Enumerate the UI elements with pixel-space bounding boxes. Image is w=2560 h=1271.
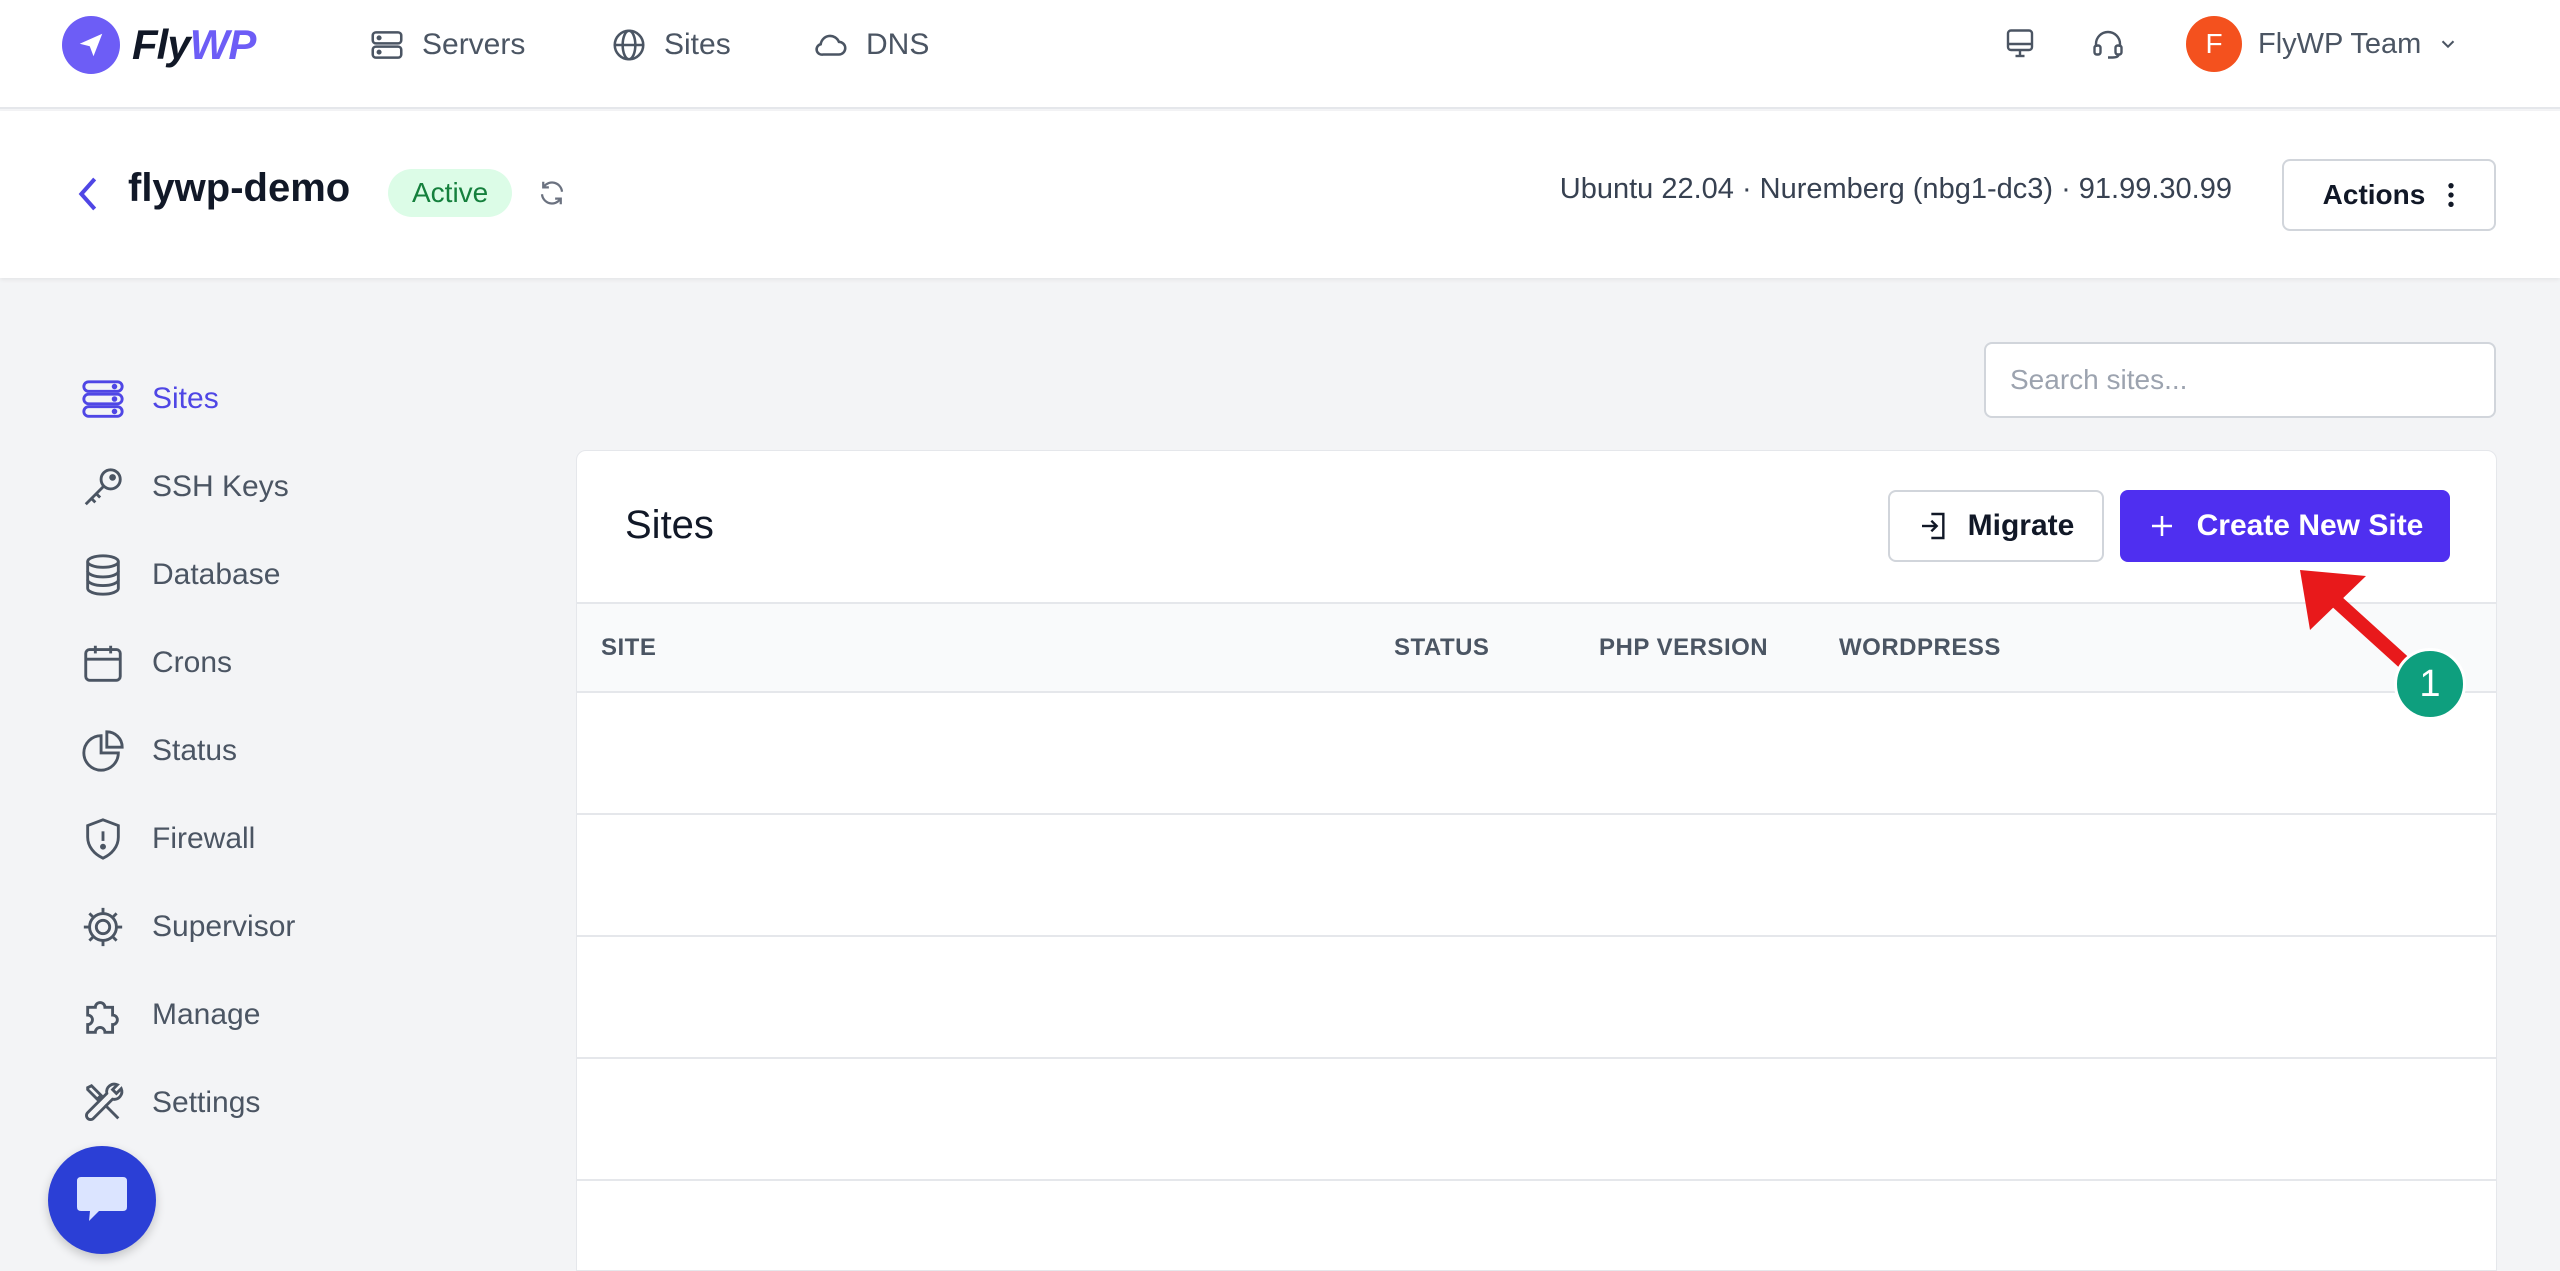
user-menu[interactable]: F FlyWP Team (2186, 16, 2459, 72)
column-header-php-version[interactable]: PHP VERSION (1599, 634, 1768, 662)
nav-sites[interactable]: Sites (610, 22, 731, 68)
table-row (577, 937, 2496, 1059)
key-icon (84, 468, 122, 506)
puzzle-icon (86, 1001, 119, 1034)
server-header: flywp-demo Active Ubuntu 22.04 · Nurembe… (0, 111, 2560, 278)
top-navigation: FlyWP Servers Sites DNS F FlyWP Team (0, 0, 2560, 109)
table-header: SITE STATUS PHP VERSION WORDPRESS (577, 602, 2496, 693)
logo-mark-icon (62, 16, 120, 74)
shield-icon (86, 818, 120, 860)
sidebar-item-database[interactable]: Database (80, 531, 500, 619)
sidebar-item-manage[interactable]: Manage (80, 971, 500, 1059)
migrate-icon (1921, 512, 1945, 540)
monitor-icon[interactable] (1998, 22, 2042, 66)
sites-icon (82, 380, 124, 418)
sidebar-item-label: Database (152, 558, 281, 591)
sidebar-item-crons[interactable]: Crons (80, 619, 500, 707)
sidebar-item-ssh-keys[interactable]: SSH Keys (80, 443, 500, 531)
table-row (577, 1059, 2496, 1181)
chat-widget-button[interactable] (48, 1146, 156, 1254)
card-title: Sites (625, 503, 714, 547)
support-headset-icon[interactable] (2086, 22, 2130, 66)
nav-servers-label: Servers (422, 28, 526, 61)
logo-text-fly: Fly (132, 21, 191, 68)
sidebar: Sites SSH Keys Database Crons Status Fir… (80, 355, 500, 1147)
column-header-site[interactable]: SITE (601, 634, 656, 662)
nav-sites-label: Sites (664, 28, 731, 61)
calendar-icon (84, 645, 122, 682)
sidebar-item-label: Status (152, 734, 238, 767)
create-new-site-label: Create New Site (2196, 509, 2424, 542)
sidebar-item-sites[interactable]: Sites (80, 355, 500, 443)
sidebar-item-label: Firewall (152, 822, 256, 855)
refresh-icon[interactable] (534, 175, 570, 211)
search-box (1984, 342, 2496, 418)
actions-label: Actions (2322, 179, 2426, 210)
tools-icon (85, 1082, 124, 1121)
sidebar-item-label: Sites (152, 382, 219, 415)
cog-icon (83, 907, 123, 947)
sidebar-item-label: Manage (152, 998, 261, 1031)
sidebar-item-label: Supervisor (152, 910, 296, 943)
table-row (577, 693, 2496, 815)
logo-text: FlyWP (132, 21, 257, 69)
globe-icon (613, 29, 645, 61)
chevron-down-icon (2442, 40, 2455, 49)
nav-servers[interactable]: Servers (368, 22, 525, 68)
flywp-logo[interactable]: FlyWP (62, 16, 257, 74)
column-header-wordpress[interactable]: WORDPRESS (1839, 634, 2001, 662)
cloud-icon (815, 34, 847, 56)
sidebar-item-label: Crons (152, 646, 233, 679)
nav-dns-label: DNS (866, 28, 930, 61)
sidebar-item-label: SSH Keys (152, 470, 289, 503)
plus-icon (2151, 516, 2172, 536)
logo-text-wp: WP (189, 21, 257, 68)
sidebar-item-supervisor[interactable]: Supervisor (80, 883, 500, 971)
server-meta: Ubuntu 22.04 · Nuremberg (nbg1-dc3) · 91… (1559, 173, 2232, 205)
status-badge: Active (388, 169, 513, 217)
actions-button[interactable]: Actions (2282, 159, 2496, 231)
pie-chart-icon (82, 730, 124, 772)
migrate-label: Migrate (1967, 509, 2075, 542)
user-name: FlyWP Team (2258, 27, 2422, 60)
chat-bubble-icon (77, 1177, 127, 1221)
back-arrow-icon[interactable] (70, 171, 106, 217)
sidebar-item-status[interactable]: Status (80, 707, 500, 795)
sidebar-item-label: Settings (152, 1086, 261, 1119)
database-icon (86, 554, 120, 596)
server-name: flywp-demo (128, 166, 351, 210)
more-vertical-icon (2448, 182, 2455, 208)
avatar: F (2186, 16, 2242, 72)
table-row (577, 815, 2496, 937)
sidebar-item-settings[interactable]: Settings (80, 1059, 500, 1147)
nav-dns[interactable]: DNS (812, 22, 929, 68)
server-icon (371, 31, 403, 59)
search-input[interactable] (1986, 344, 2494, 416)
sites-card: Sites Migrate Create New Site SITE STATU… (576, 450, 2497, 1271)
migrate-button[interactable]: Migrate (1888, 490, 2104, 562)
column-header-status[interactable]: STATUS (1394, 634, 1489, 662)
sidebar-item-firewall[interactable]: Firewall (80, 795, 500, 883)
step-number-badge: 1 (2394, 648, 2466, 720)
